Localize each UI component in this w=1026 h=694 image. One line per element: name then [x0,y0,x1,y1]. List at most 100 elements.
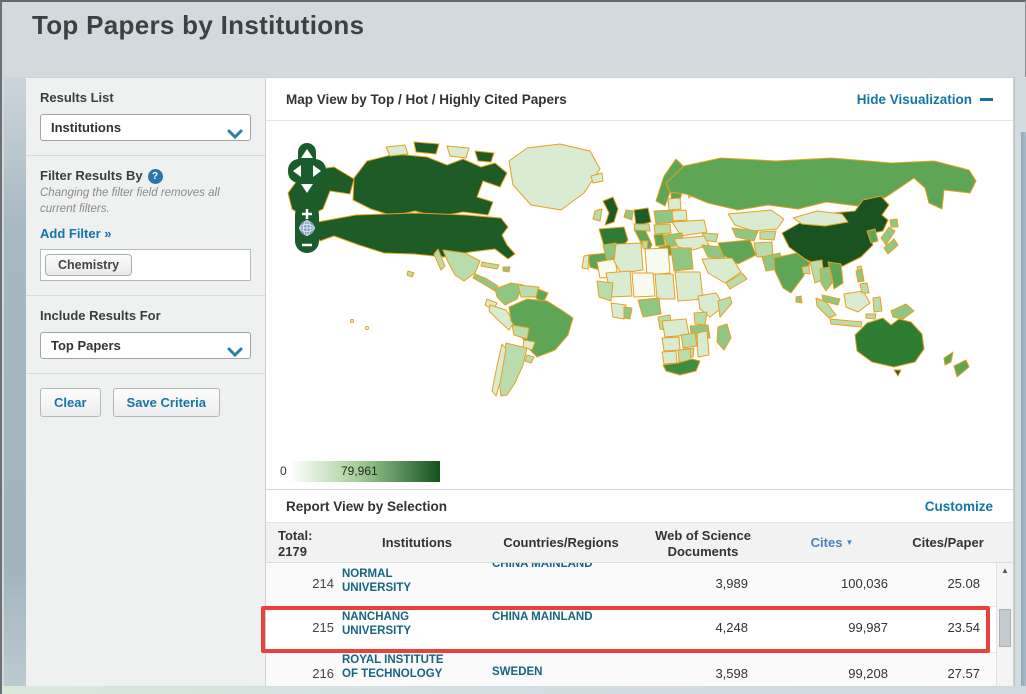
map-region-arctic-islands[interactable] [447,146,469,158]
map-region-tasmania[interactable] [894,370,901,376]
map-country-belarus[interactable] [672,210,687,221]
map-country-japan[interactable] [890,219,898,227]
page-scrollbar[interactable] [1021,132,1026,688]
map-region-caribbean[interactable] [503,267,510,272]
map-country-niger[interactable] [632,273,655,297]
include-results-value: Top Papers [51,338,121,353]
clear-button[interactable]: Clear [40,388,101,417]
map-region-arctic-islands[interactable] [386,145,408,156]
map-region-sulawesi[interactable] [873,297,882,312]
map-country-cuba[interactable] [481,262,499,269]
map-country-australia[interactable] [855,318,924,367]
map-country-new-zealand[interactable] [944,352,953,365]
map-country-egypt[interactable] [671,248,693,271]
map-region-hawaii[interactable] [407,271,414,277]
country-cell: CHINA MAINLAND [492,563,604,572]
save-criteria-button[interactable]: Save Criteria [113,388,221,417]
add-filter-link[interactable]: Add Filter » [40,226,112,241]
results-list-value: Institutions [51,120,121,135]
active-filters-box: Chemistry [40,249,251,281]
map-country-venezuela[interactable] [518,285,539,297]
visualization-header: Map View by Top / Hot / Highly Cited Pap… [266,78,1013,121]
map-country-philippines[interactable] [856,269,864,282]
map-country-angola[interactable] [662,337,680,351]
country-cell: SWEDEN [492,653,604,680]
map-region-borneo[interactable] [844,291,870,312]
customize-link[interactable]: Customize [925,499,993,514]
map-country-germany[interactable] [634,208,651,226]
map-region-arctic-islands[interactable] [414,142,439,154]
map-pan-zoom-controls[interactable] [284,141,330,255]
map-country-bangladesh[interactable] [802,266,810,274]
include-results-dropdown[interactable]: Top Papers [40,332,251,359]
map-country-usa[interactable] [312,213,515,259]
cites-cell: 99,987 [762,607,902,652]
map-region-baltics[interactable] [668,198,681,210]
map-country-portugal[interactable] [582,255,589,269]
map-region-pacific-islands[interactable] [351,320,354,323]
institution-link[interactable]: NORMAL UNIVERSITY [342,563,454,595]
scrollbar-up-arrow[interactable]: ▲ [997,563,1013,579]
map-region-arctic-islands[interactable] [475,151,494,162]
map-country-sri-lanka[interactable] [796,296,802,303]
chevron-down-icon [227,341,243,366]
map-region-west-africa[interactable] [597,281,613,301]
map-country-new-zealand[interactable] [954,360,969,377]
map-country-tunisia[interactable] [642,241,648,249]
map-region-java[interactable] [830,319,862,327]
map-region-benelux[interactable] [624,210,633,220]
hide-visualization-link[interactable]: Hide Visualization [857,92,993,107]
table-row[interactable]: 214 NORMAL UNIVERSITY CHINA MAINLAND 3,9… [266,563,1013,607]
map-country-zambia[interactable] [681,333,697,348]
map-country-chad[interactable] [655,274,675,299]
table-row-highlighted[interactable]: 215 NANCHANG UNIVERSITY CHINA MAINLAND 4… [266,607,1013,653]
chevron-down-icon [227,123,243,148]
map-country-philippines[interactable] [860,283,869,293]
cites-sort-label: Cites [811,535,843,550]
map-country-bolivia[interactable] [512,325,529,339]
globe-reset-button[interactable] [300,221,315,236]
map-country-ireland[interactable] [593,209,602,221]
map-country-mozambique[interactable] [697,331,709,357]
choropleth-world-map[interactable] [266,121,1015,489]
map-country-russia[interactable] [666,158,976,210]
map-region-pacific-islands[interactable] [366,327,369,330]
map-country-kazakhstan[interactable] [728,210,784,231]
map-country-kenya[interactable] [694,312,707,325]
filter-chip-chemistry[interactable]: Chemistry [45,254,132,276]
institution-link[interactable]: ROYAL INSTITUTE OF TECHNOLOGY [342,653,454,681]
page-title: Top Papers by Institutions [32,10,364,41]
map-country-greenland[interactable] [509,144,600,210]
map-country-uruguay[interactable] [525,355,534,363]
column-header-cites[interactable]: Cites▼ [762,523,902,562]
map-country-namibia[interactable] [662,351,677,364]
map-region-new-guinea[interactable] [891,304,914,319]
scrollbar-thumb[interactable] [999,609,1011,647]
minus-icon [980,98,993,101]
map-country-uk[interactable] [603,197,618,225]
map-country-somalia[interactable] [718,297,732,317]
table-scrollbar[interactable]: ▲ [996,563,1013,687]
help-icon[interactable]: ? [148,169,163,184]
map-region-central-america[interactable] [473,274,498,291]
map-country-nigeria[interactable] [638,298,661,317]
map-region-balkans[interactable] [654,234,665,246]
map-region-alps[interactable] [634,224,650,231]
map-country-ghana[interactable] [624,307,632,319]
column-header-countries: Countries/Regions [492,523,630,562]
map-region-indonesia-islands[interactable] [866,314,876,319]
map-country-canada[interactable] [353,154,507,217]
map-country-madagascar[interactable] [717,324,731,350]
results-list-dropdown[interactable]: Institutions [40,114,251,141]
map-region-central-europe[interactable] [654,224,671,234]
table-row[interactable]: 216 ROYAL INSTITUTE OF TECHNOLOGY SWEDEN… [266,653,1013,687]
map-country-mongolia[interactable] [793,211,848,226]
include-results-section: Include Results For Top Papers [26,296,265,374]
map-view-title: Map View by Top / Hot / Highly Cited Pap… [286,92,567,107]
map-country-libya[interactable] [645,248,670,275]
map-country-algeria[interactable] [614,243,643,273]
filter-label: Filter Results By? [40,168,251,184]
filter-note: Changing the filter field removes all cu… [40,186,251,217]
map-region-central-asia[interactable] [760,231,776,240]
institution-link[interactable]: NANCHANG UNIVERSITY [342,607,454,638]
